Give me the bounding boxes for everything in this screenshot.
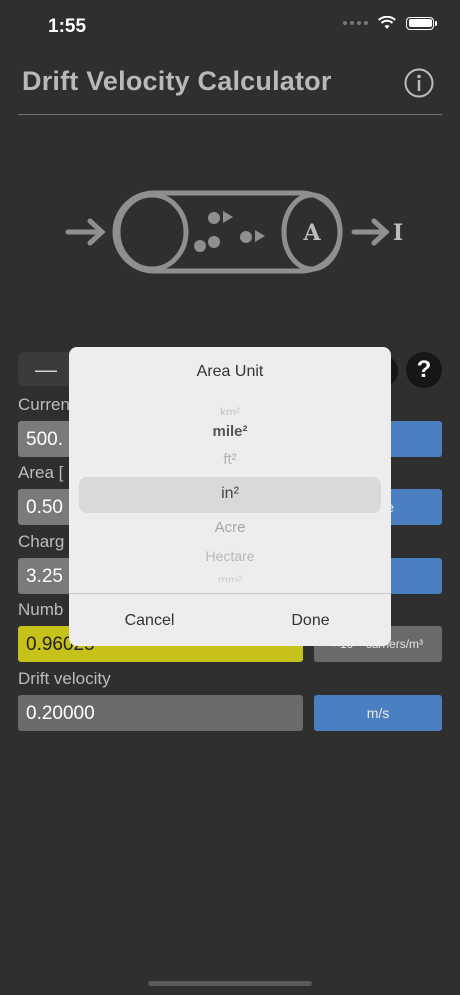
picker-option[interactable]: Hectare [69,548,391,564]
charge-label: Charg [18,532,65,551]
dialog-title: Area Unit [196,363,264,380]
area-label: Area [ [18,463,64,482]
conductor-diagram-graphic: A I [65,190,403,274]
help-icon[interactable]: ? [406,352,442,388]
area-unit-dialog: Area Unit km² mile² ft² in² Acre Hectare… [69,347,391,646]
picker-option[interactable]: ft² [69,451,391,468]
drift-velocity-unit-button[interactable]: m/s [314,695,442,731]
current-label: Curren [18,395,70,414]
page-title: Drift Velocity Calculator [22,66,332,96]
cancel-button[interactable]: Cancel [69,612,230,630]
status-icons [343,16,437,30]
diagram-current-label: I [393,220,403,246]
minus-label: — [35,357,57,382]
drift-velocity-label: Drift velocity [18,669,111,688]
drift-velocity-output: 0.20000 [18,695,303,731]
picker-option-selected[interactable]: in² [69,485,391,503]
picker-option[interactable]: Acre [69,519,391,536]
cellular-signal-icon [343,21,368,25]
number-density-label: Numb [18,600,64,619]
picker-option[interactable]: mm² [69,573,391,582]
dialog-divider [69,593,391,594]
picker-option[interactable]: km² [69,405,391,415]
wifi-icon [378,16,396,29]
home-indicator[interactable] [148,981,312,986]
status-time: 1:55 [48,16,87,37]
diagram-area-label: A [302,220,321,246]
conductor-diagram: A I [60,185,420,280]
area-unit-picker[interactable]: km² mile² ft² in² Acre Hectare mm² [69,399,391,593]
done-button[interactable]: Done [230,612,391,630]
picker-option[interactable]: mile² [69,423,391,440]
header-divider [18,114,442,115]
info-icon[interactable] [404,68,434,98]
status-bar: 1:55 [0,0,460,54]
battery-icon [406,16,437,30]
